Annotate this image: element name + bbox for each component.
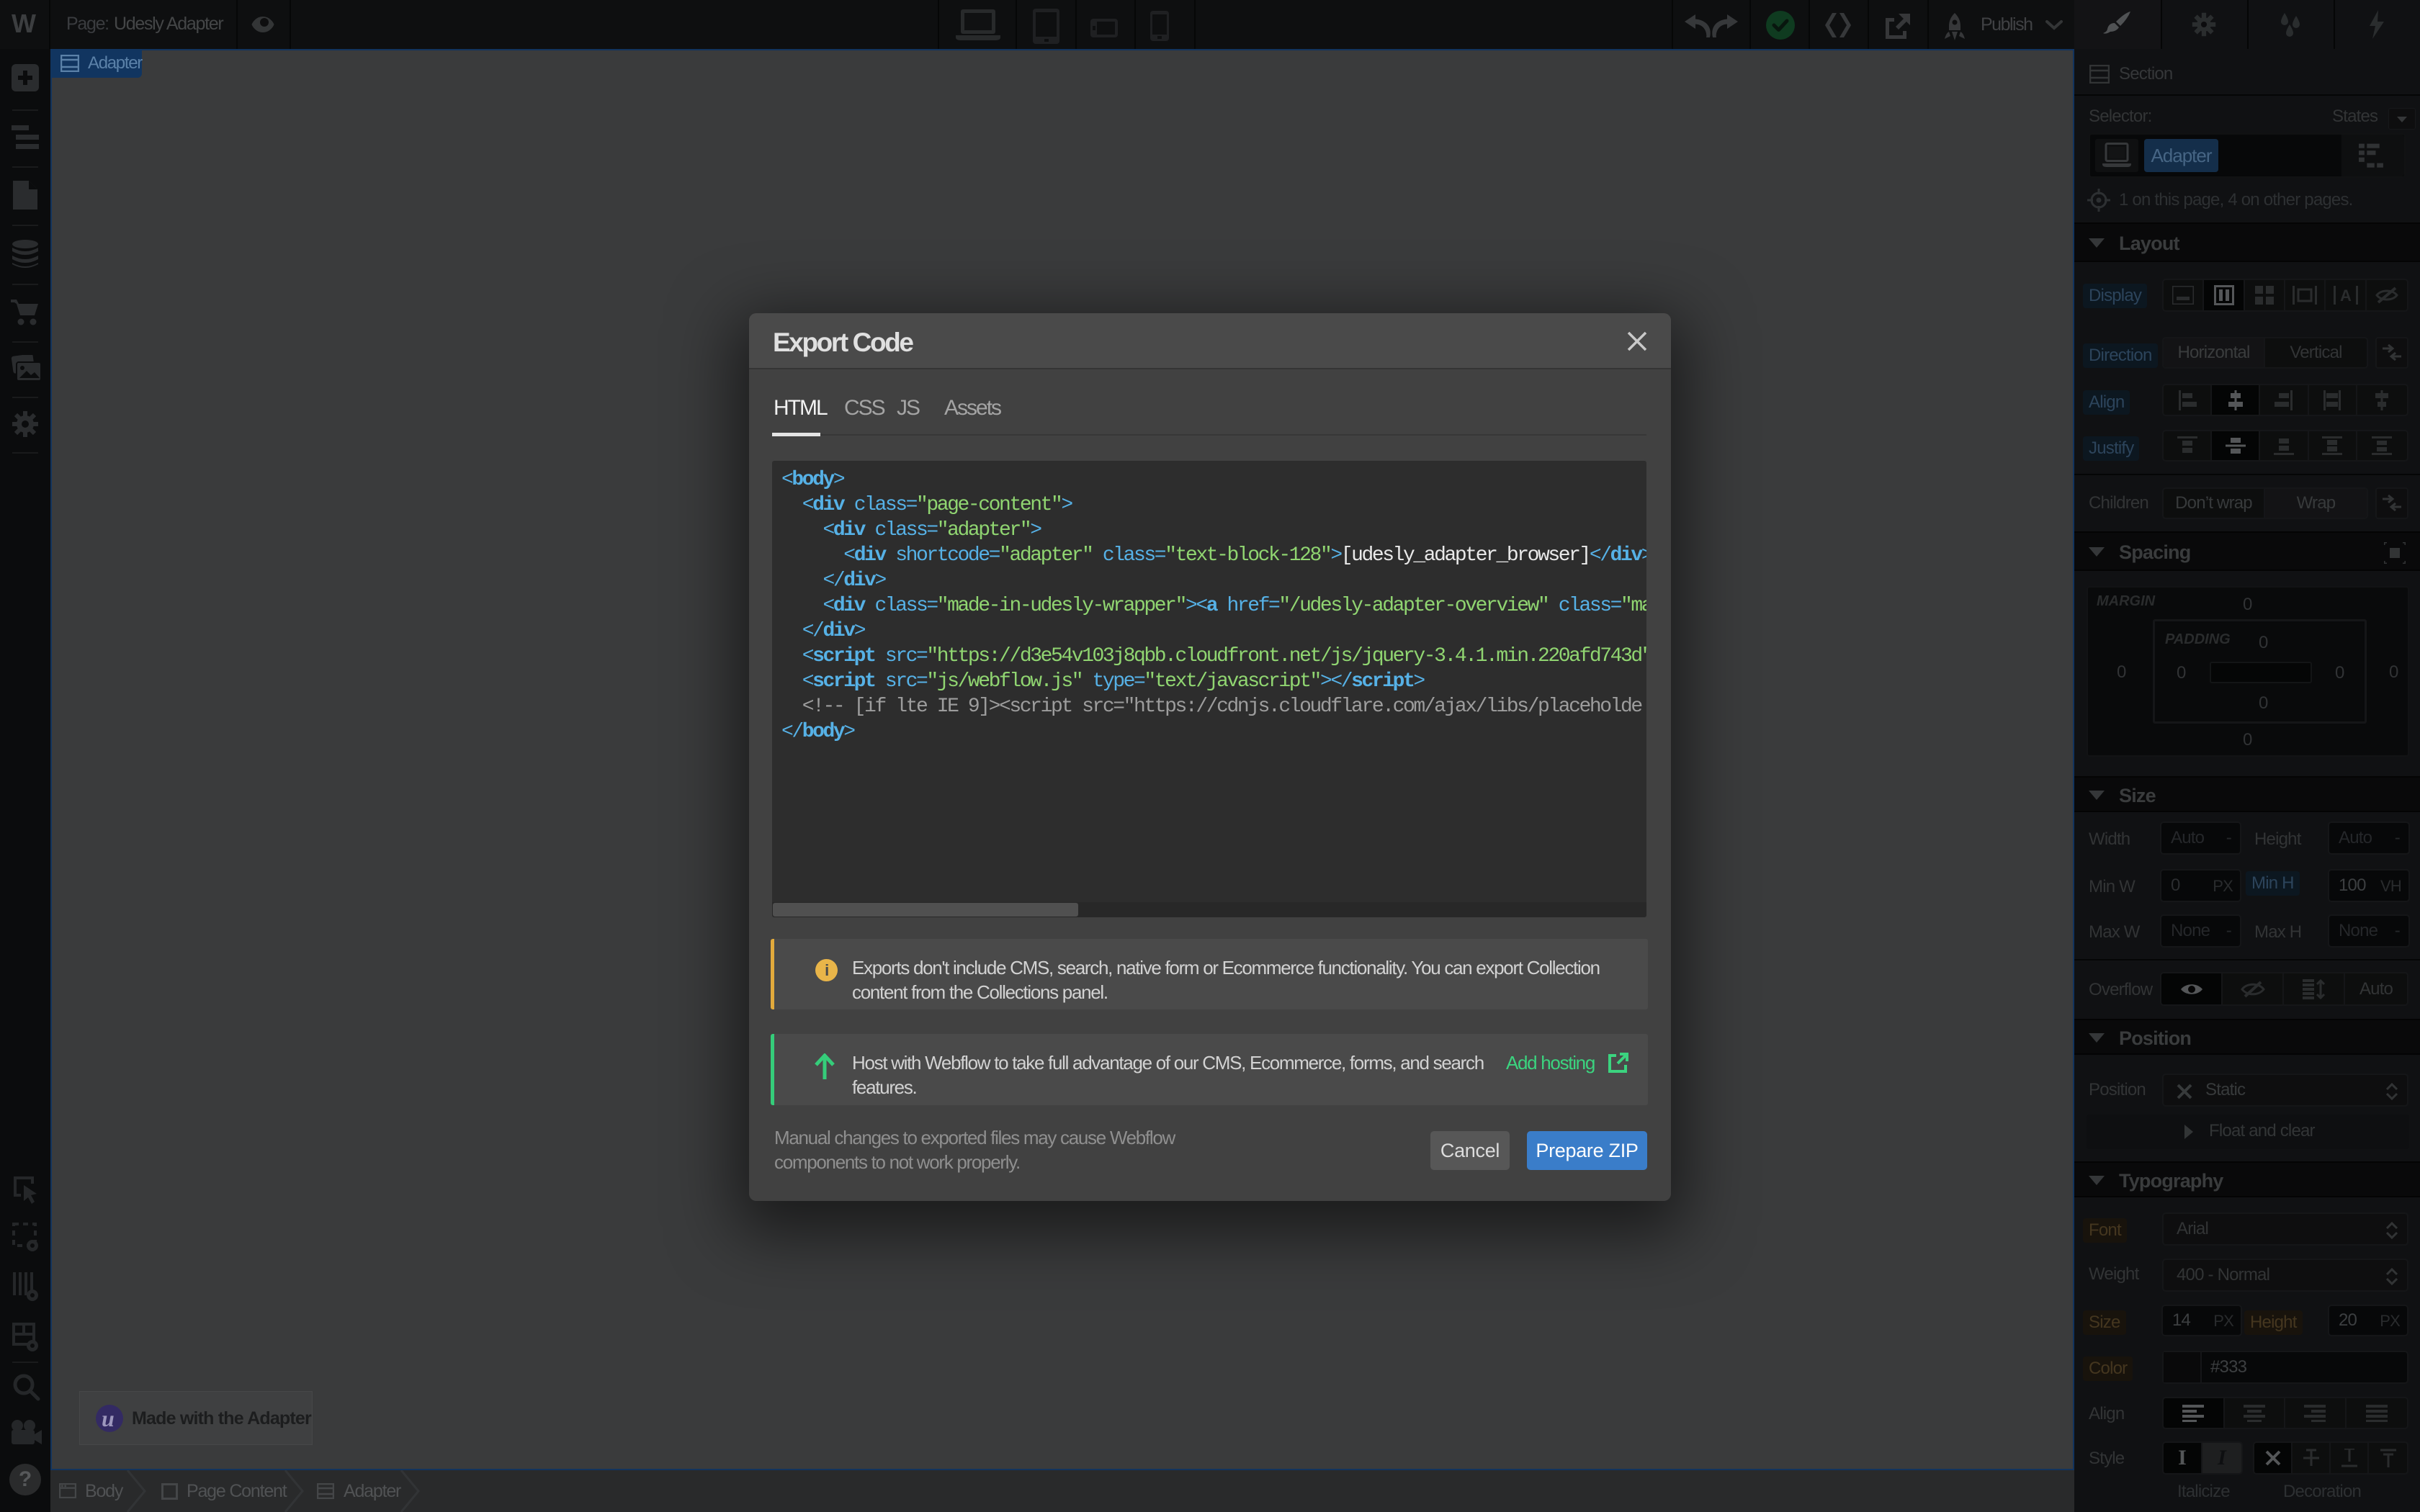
- svg-text:A: A: [2340, 287, 2352, 305]
